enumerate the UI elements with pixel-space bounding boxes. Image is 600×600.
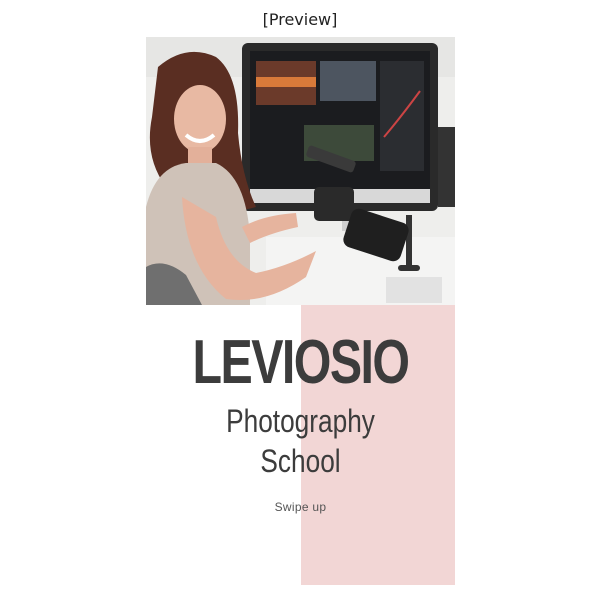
brand-title: LEVIOSIO <box>192 328 410 397</box>
subtitle-line-2: School <box>260 443 341 479</box>
story-card[interactable]: LEVIOSIO Photography School Swipe up <box>146 37 455 585</box>
subtitle-line-1: Photography <box>226 403 375 439</box>
swipe-up-cta[interactable]: Swipe up <box>146 500 455 514</box>
hero-photo <box>146 37 455 305</box>
preview-label: [Preview] <box>262 10 338 29</box>
photo-illustration <box>146 37 455 305</box>
